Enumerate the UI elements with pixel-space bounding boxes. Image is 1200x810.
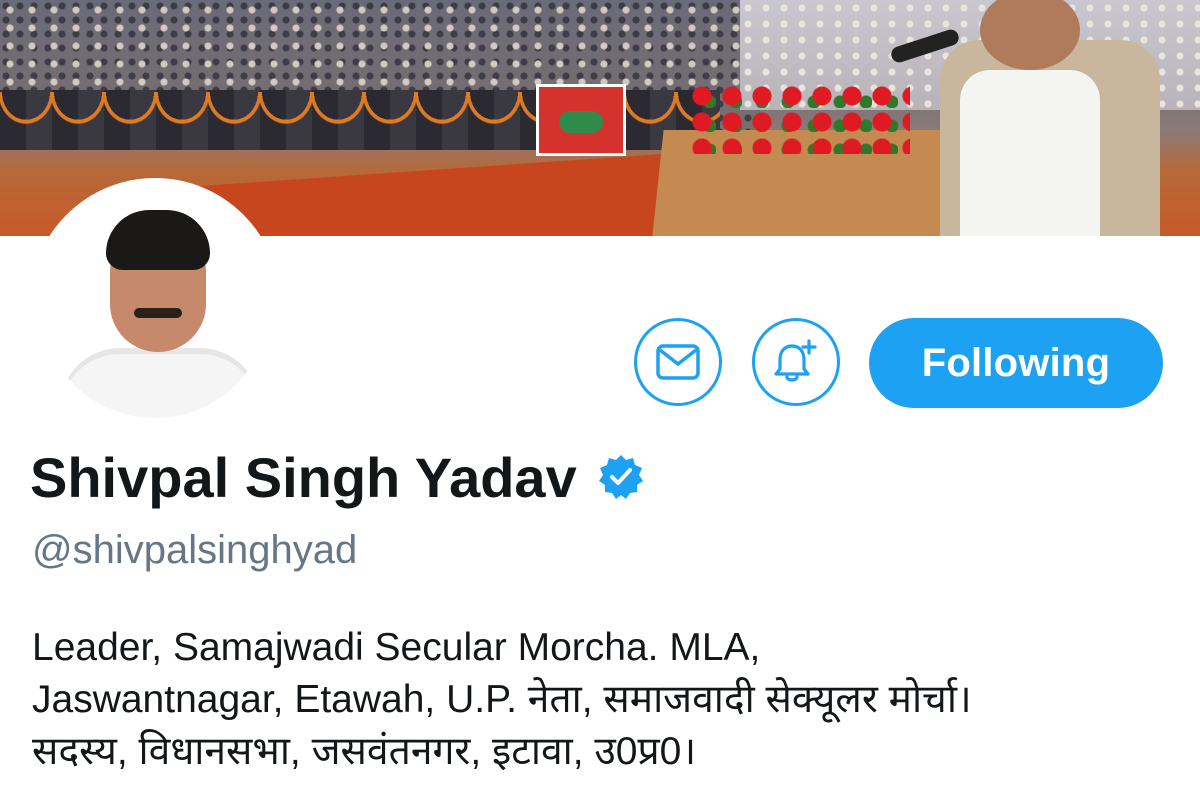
bell-plus-icon bbox=[774, 339, 817, 382]
message-button[interactable] bbox=[634, 318, 722, 406]
banner-stage-floor bbox=[200, 150, 720, 236]
avatar-mustache bbox=[134, 308, 182, 318]
verified-badge-icon bbox=[598, 455, 643, 499]
avatar-hair bbox=[106, 210, 210, 270]
envelope-icon bbox=[656, 344, 700, 380]
profile-name-row: Shivpal Singh Yadav bbox=[30, 442, 645, 512]
avatar[interactable] bbox=[30, 178, 280, 428]
bio-line: सदस्य, विधानसभा, जसवंतनगर, इटावा, उ0प्र0… bbox=[32, 730, 697, 773]
bio-line: Leader, Samajwadi Secular Morcha. MLA, bbox=[32, 626, 761, 669]
profile-display-name: Shivpal Singh Yadav bbox=[30, 445, 577, 509]
banner-party-sign bbox=[536, 84, 626, 156]
avatar-photo bbox=[40, 188, 270, 418]
profile-handle: @shivpalsinghyad bbox=[32, 528, 358, 572]
banner-flowers bbox=[690, 84, 910, 154]
banner-speaker-shirt bbox=[960, 70, 1100, 236]
avatar-shirt bbox=[60, 348, 260, 418]
profile-bio: Leader, Samajwadi Secular Morcha. MLA, J… bbox=[32, 622, 1192, 778]
bio-line: Jaswantnagar, Etawah, U.P. नेता, समाजवाद… bbox=[32, 678, 972, 721]
following-button[interactable]: Following bbox=[869, 318, 1163, 408]
notifications-button[interactable] bbox=[752, 318, 840, 406]
